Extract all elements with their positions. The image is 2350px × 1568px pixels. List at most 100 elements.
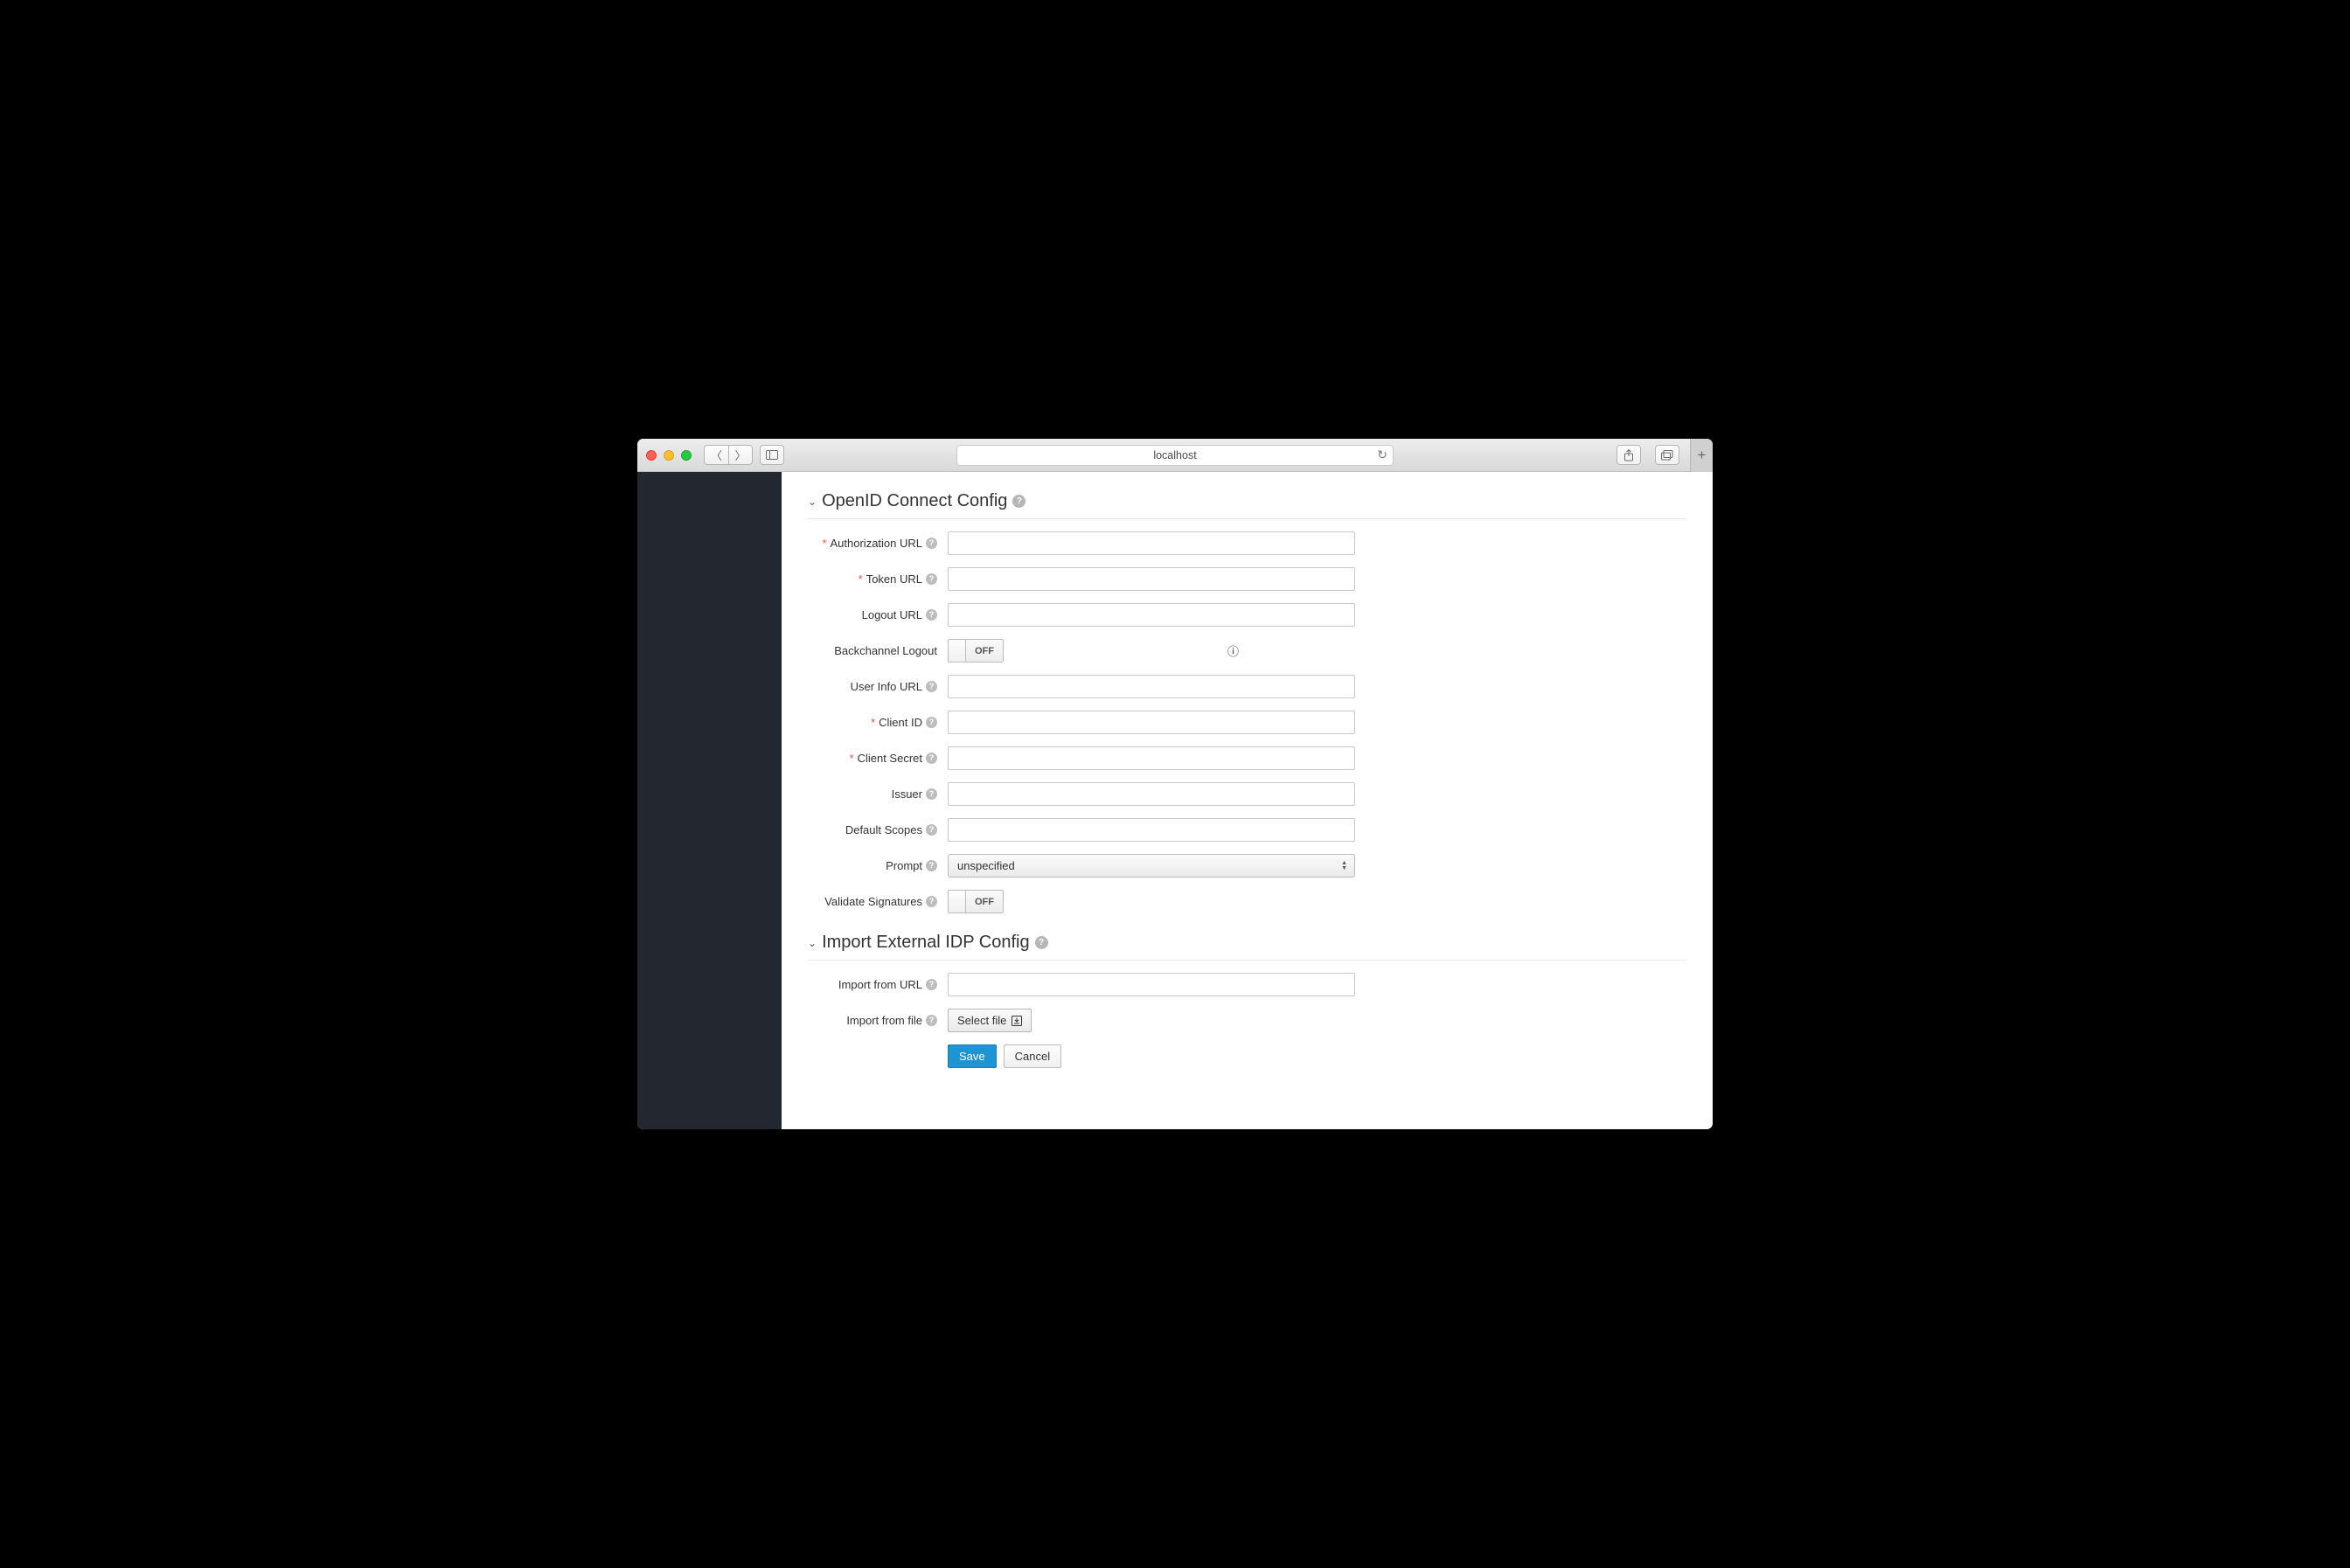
main-content[interactable]: ⌄ OpenID Connect Config ? * Authorizatio… [782, 472, 1713, 1129]
section-title: OpenID Connect Config [822, 491, 1007, 511]
authorization-url-input[interactable] [948, 531, 1355, 555]
required-marker: * [822, 537, 826, 550]
zoom-window-button[interactable] [681, 450, 692, 461]
help-icon[interactable]: ? [926, 717, 937, 728]
select-arrows-icon: ▲▼ [1341, 861, 1347, 871]
label-authorization-url: * Authorization URL ? [808, 537, 948, 550]
label-prompt: Prompt ? [808, 859, 948, 872]
label-client-id: * Client ID ? [808, 716, 948, 729]
toggle-label: OFF [966, 640, 1003, 662]
row-user-info-url: User Info URL ? [808, 675, 1686, 698]
row-authorization-url: * Authorization URL ? [808, 531, 1686, 555]
toggle-handle [949, 640, 966, 662]
new-tab-button[interactable]: + [1690, 439, 1713, 472]
label-issuer: Issuer ? [808, 787, 948, 801]
close-window-button[interactable] [646, 450, 657, 461]
client-secret-input[interactable] [948, 746, 1355, 770]
forward-button[interactable]: 〉 [728, 445, 753, 465]
label-logout-url: Logout URL ? [808, 608, 948, 621]
client-id-input[interactable] [948, 711, 1355, 734]
toggle-handle [949, 891, 966, 912]
prompt-select[interactable]: unspecified ▲▼ [948, 854, 1355, 878]
plus-icon: + [1698, 447, 1707, 464]
reload-icon[interactable]: ↻ [1377, 448, 1387, 462]
select-file-label: Select file [957, 1014, 1006, 1027]
help-icon[interactable]: ? [926, 896, 937, 907]
label-validate-signatures: Validate Signatures ? [808, 895, 948, 908]
token-url-input[interactable] [948, 567, 1355, 591]
row-default-scopes: Default Scopes ? [808, 818, 1686, 842]
row-client-id: * Client ID ? [808, 711, 1686, 734]
validate-signatures-toggle[interactable]: OFF [948, 890, 1004, 913]
row-client-secret: * Client Secret ? [808, 746, 1686, 770]
label-import-from-url: Import from URL ? [808, 978, 948, 991]
row-import-from-file: Import from file ? Select file [808, 1009, 1686, 1032]
help-icon[interactable]: ? [926, 860, 937, 871]
tabs-icon [1661, 450, 1673, 461]
toggle-label: OFF [966, 891, 1003, 912]
chevron-down-icon: ⌄ [808, 937, 817, 949]
required-marker: * [871, 716, 875, 729]
row-prompt: Prompt ? unspecified ▲▼ [808, 854, 1686, 878]
help-icon[interactable]: ? [1035, 936, 1048, 949]
backchannel-logout-toggle[interactable]: OFF [948, 639, 1004, 663]
cancel-button[interactable]: Cancel [1004, 1044, 1061, 1068]
select-file-button[interactable]: Select file [948, 1009, 1032, 1032]
content-row: ⌄ OpenID Connect Config ? * Authorizatio… [637, 472, 1713, 1129]
select-value: unspecified [957, 859, 1015, 872]
section-header-import[interactable]: ⌄ Import External IDP Config ? [808, 926, 1686, 961]
minimize-window-button[interactable] [664, 450, 674, 461]
titlebar: 〈 〉 localhost ↻ [637, 439, 1713, 472]
label-import-from-file: Import from file ? [808, 1014, 948, 1027]
sidebar-icon [766, 450, 778, 460]
share-icon [1623, 449, 1634, 461]
logout-url-input[interactable] [948, 603, 1355, 627]
row-validate-signatures: Validate Signatures ? OFF [808, 890, 1686, 913]
row-import-from-url: Import from URL ? [808, 973, 1686, 996]
address-text: localhost [1153, 449, 1196, 461]
help-icon[interactable]: ? [926, 1015, 937, 1026]
sidebar-toggle-button[interactable] [760, 445, 784, 465]
help-icon[interactable]: ? [1012, 495, 1026, 508]
action-row: Save Cancel [948, 1044, 1686, 1068]
help-icon[interactable]: ? [926, 573, 937, 585]
label-user-info-url: User Info URL ? [808, 680, 948, 693]
required-marker: * [859, 572, 863, 586]
save-button[interactable]: Save [948, 1044, 997, 1068]
row-issuer: Issuer ? [808, 782, 1686, 806]
help-icon[interactable]: ? [926, 824, 937, 836]
nav-button-group: 〈 〉 [704, 445, 753, 465]
chevron-right-icon: 〉 [734, 447, 746, 463]
import-from-url-input[interactable] [948, 973, 1355, 996]
label-backchannel-logout: Backchannel Logout [808, 644, 948, 657]
required-marker: * [850, 752, 854, 765]
help-icon[interactable]: ? [926, 609, 937, 621]
chevron-down-icon: ⌄ [808, 496, 817, 508]
tabs-button[interactable] [1655, 445, 1679, 465]
label-token-url: * Token URL ? [808, 572, 948, 586]
label-default-scopes: Default Scopes ? [808, 823, 948, 836]
import-icon [1012, 1016, 1022, 1026]
help-icon[interactable]: ? [926, 788, 937, 800]
row-backchannel-logout: Backchannel Logout OFF ⓘ [808, 639, 1686, 663]
issuer-input[interactable] [948, 782, 1355, 806]
section-title: Import External IDP Config [822, 933, 1030, 953]
row-logout-url: Logout URL ? [808, 603, 1686, 627]
help-icon[interactable]: ? [926, 979, 937, 990]
label-client-secret: * Client Secret ? [808, 752, 948, 765]
app-sidebar [637, 472, 782, 1129]
back-button[interactable]: 〈 [704, 445, 728, 465]
help-icon[interactable]: ? [926, 753, 937, 764]
safari-window: 〈 〉 localhost ↻ [637, 439, 1713, 1129]
share-button[interactable] [1616, 445, 1641, 465]
default-scopes-input[interactable] [948, 818, 1355, 842]
traffic-lights [646, 450, 692, 461]
section-header-openid[interactable]: ⌄ OpenID Connect Config ? [808, 484, 1686, 519]
info-icon[interactable]: ⓘ [1227, 642, 1239, 659]
chevron-left-icon: 〈 [711, 447, 722, 463]
help-icon[interactable]: ? [926, 538, 937, 549]
address-bar[interactable]: localhost ↻ [956, 445, 1394, 466]
help-icon[interactable]: ? [926, 681, 937, 692]
row-token-url: * Token URL ? [808, 567, 1686, 591]
user-info-url-input[interactable] [948, 675, 1355, 698]
